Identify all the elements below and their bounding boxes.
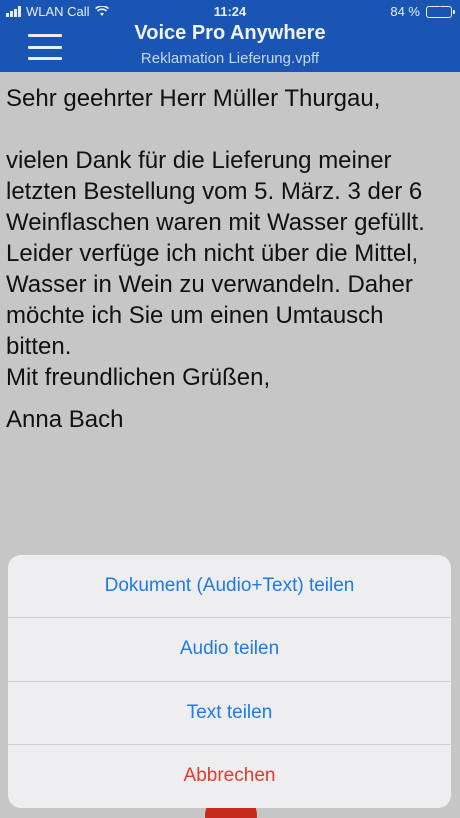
battery-percent: 84 %: [390, 4, 420, 19]
status-bar: WLAN Call 11:24 84 % ⚡: [0, 0, 460, 22]
app-title: Voice Pro Anywhere: [134, 22, 326, 44]
share-document-button[interactable]: Dokument (Audio+Text) teilen: [8, 555, 451, 619]
doc-body: vielen Dank für die Lieferung meiner let…: [6, 147, 425, 360]
share-text-button[interactable]: Text teilen: [8, 682, 451, 745]
document-name: Reklamation Lieferung.vpff: [140, 50, 320, 67]
doc-signature: Anna Bach: [6, 406, 124, 433]
document-text-area[interactable]: Sehr geehrter Herr Müller Thurgau, viele…: [6, 83, 452, 435]
share-audio-button[interactable]: Audio teilen: [8, 618, 451, 682]
cancel-button[interactable]: Abbrechen: [8, 745, 451, 808]
doc-greeting: Sehr geehrter Herr Müller Thurgau,: [6, 85, 381, 112]
app-header: WLAN Call 11:24 84 % ⚡ Voice Pro Anywher…: [0, 0, 460, 72]
doc-closing: Mit freundlichen Grüßen,: [6, 364, 271, 391]
share-action-sheet: Dokument (Audio+Text) teilen Audio teile…: [8, 555, 451, 808]
battery-icon: ⚡: [426, 5, 455, 18]
